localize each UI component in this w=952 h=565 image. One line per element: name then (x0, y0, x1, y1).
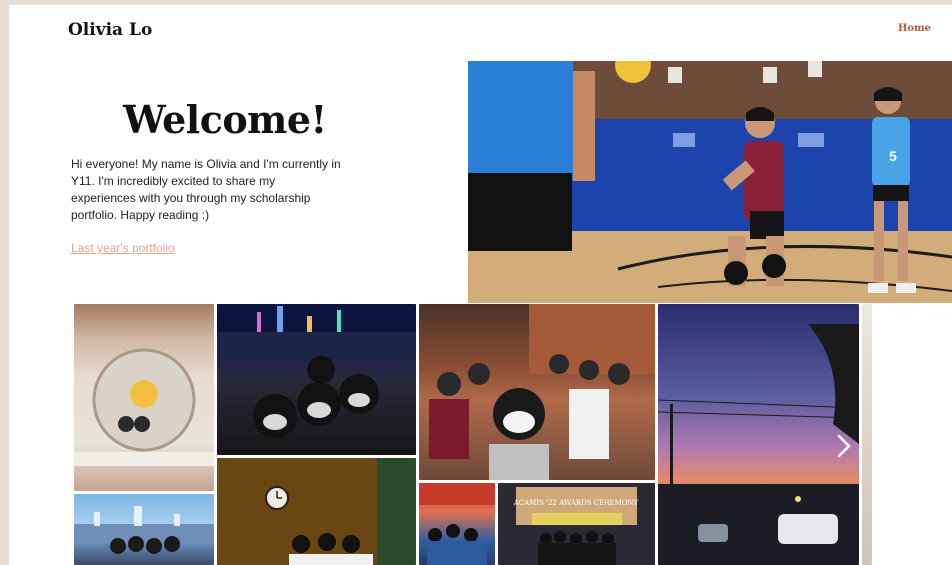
gallery-photo-restaurant-group[interactable] (419, 304, 655, 480)
gallery-photo-festival[interactable] (419, 483, 495, 565)
restaurant-group-scene (429, 304, 655, 480)
volleyball-hero-photo: 5 (468, 61, 952, 303)
gallery-photo-harbour-night[interactable] (217, 304, 416, 455)
awards-ceremony-scene: ACAMIS '22 AWARDS CEREMONY (498, 483, 655, 565)
awards-banner-text: ACAMIS '22 AWARDS CEREMONY (513, 499, 639, 507)
site-title[interactable]: Olivia Lo (68, 20, 152, 40)
chevron-right-icon[interactable] (835, 433, 853, 459)
sunset-street-scene (658, 324, 859, 565)
gallery-photo-awards-ceremony[interactable]: ACAMIS '22 AWARDS CEREMONY (498, 483, 655, 565)
page: Olivia Lo Home Welcome! Hi everyone! My … (9, 5, 952, 565)
gallery-photo-sunset-street[interactable] (658, 304, 859, 565)
harbour-night-scene (217, 304, 416, 438)
welcome-heading: Welcome! (123, 97, 327, 142)
festival-scene (419, 483, 495, 565)
gallery-photo-mirror[interactable] (74, 304, 214, 491)
jersey-number: 5 (889, 148, 897, 164)
mirror-scene (74, 348, 214, 466)
harbour-group-scene (74, 506, 214, 554)
volleyball-scene: 5 (468, 61, 952, 303)
gallery-photo-clock-room[interactable] (217, 458, 416, 565)
gallery-photo-partial[interactable] (862, 304, 872, 565)
gallery-photo-harbour-group[interactable] (74, 494, 214, 565)
nav-home-link[interactable]: Home (898, 23, 931, 34)
last-year-portfolio-link[interactable]: Last year's portfolio (71, 241, 175, 255)
clock-room-scene (217, 458, 416, 565)
intro-text: Hi everyone! My name is Olivia and I'm c… (71, 157, 341, 222)
